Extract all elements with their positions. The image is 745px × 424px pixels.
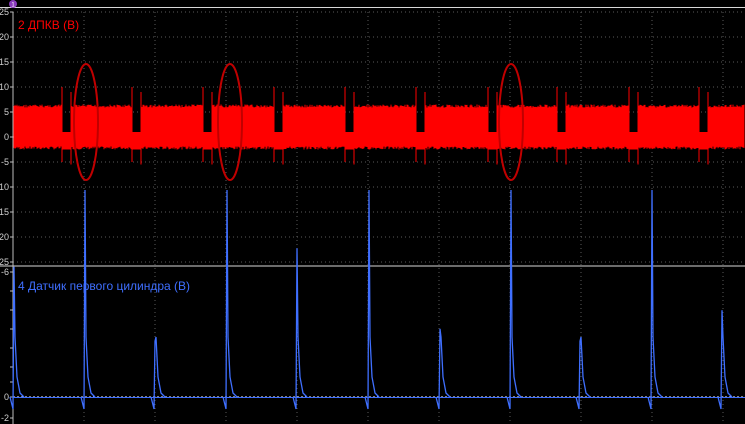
y-tick-label: -5 [1, 157, 9, 167]
ch4-pulse [222, 189, 238, 410]
y-tick-label: 25 [0, 7, 9, 17]
ch4-pulse [647, 189, 663, 410]
ch4-pulse [506, 189, 522, 410]
ch4-pulse [292, 248, 308, 410]
y-tick-label: -25 [0, 257, 9, 267]
y-tick-label: -20 [0, 232, 9, 242]
y-tick-label: -10 [0, 182, 9, 192]
ch4-pulse [575, 336, 591, 410]
channel-4-label: 4 Датчик первого цилиндра (В) [18, 279, 191, 293]
y-tick-label: 5 [4, 107, 9, 117]
y-tick-label: -6 [1, 267, 9, 277]
ch2-signal [13, 104, 745, 150]
oscilloscope-view: 12520151050-5-10-15-20-25-60-2 2 ДПКВ (В… [0, 0, 745, 424]
ch4-pulse [150, 336, 166, 410]
ch4-pulse [80, 189, 96, 410]
oscilloscope-plot: 12520151050-5-10-15-20-25-60-2 [0, 0, 745, 424]
y-tick-label: 20 [0, 32, 9, 42]
ch4-pulse [364, 189, 380, 410]
channel-2-label: 2 ДПКВ (В) [18, 18, 80, 32]
y-tick-label: -15 [0, 207, 9, 217]
y-tick-label: 15 [0, 57, 9, 67]
y-tick-label: 0 [4, 392, 9, 402]
ch4-pulse [717, 310, 733, 410]
y-tick-label: -2 [1, 413, 9, 423]
y-tick-label: 10 [0, 82, 9, 92]
y-tick-label: 0 [4, 132, 9, 142]
